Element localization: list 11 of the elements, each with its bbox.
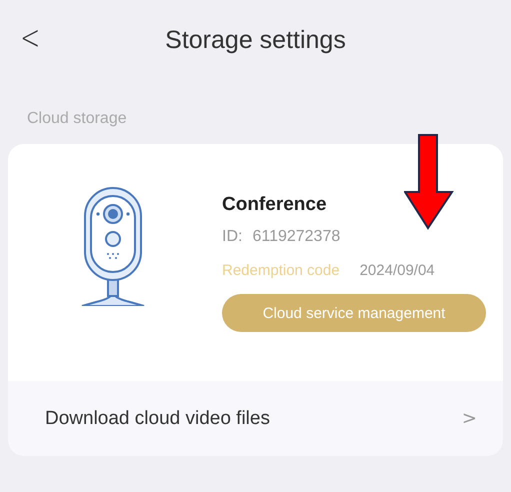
expiry-date: 2024/09/04 [360,262,435,281]
device-name: Conference [222,194,328,217]
list-row[interactable]: Download cloud video files > [8,381,503,456]
back-button[interactable]: < [17,18,44,58]
page-title: Storage settings [165,26,346,54]
chevron-icon: > [462,408,477,429]
section-label: Cloud storage [26,109,128,129]
id-label: ID: [222,228,242,247]
device-id: 6119272378 [252,228,340,247]
row-label: Download cloud video files [45,408,270,430]
redemption-code-label: Redemption code [222,262,340,281]
